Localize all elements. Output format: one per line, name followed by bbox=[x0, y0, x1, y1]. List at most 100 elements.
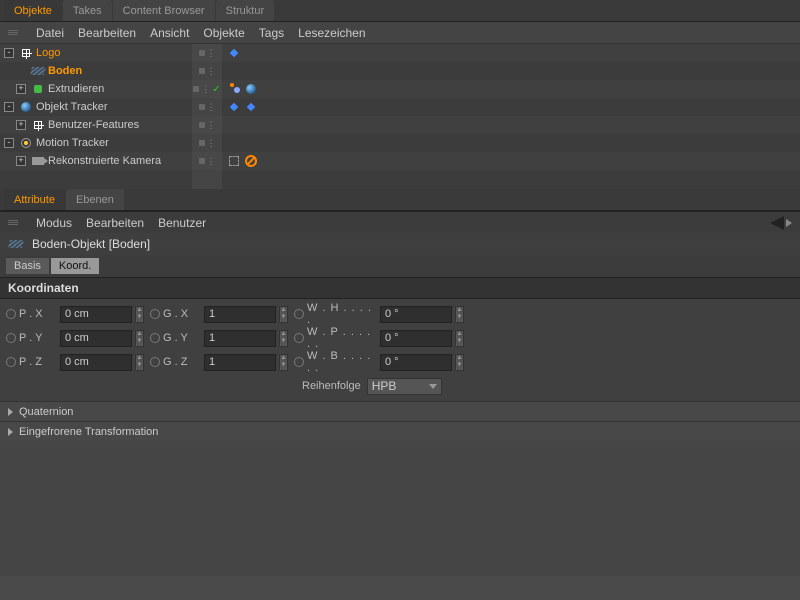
pos-input[interactable] bbox=[60, 306, 132, 323]
keyframe-dot[interactable] bbox=[294, 333, 304, 343]
visibility-toggle[interactable]: ⋮ bbox=[192, 44, 222, 62]
tab-ebenen[interactable]: Ebenen bbox=[66, 189, 124, 210]
visibility-toggle[interactable]: ⋮ bbox=[192, 98, 222, 116]
visibility-toggle[interactable]: ⋮✓ bbox=[192, 80, 222, 98]
null-icon bbox=[19, 47, 33, 59]
keyframe-dot[interactable] bbox=[294, 357, 304, 367]
keyframe-dot[interactable] bbox=[294, 309, 304, 319]
object-tree: -LogoBoden+Extrudieren - Objekt Tracker + Be… bbox=[0, 44, 800, 189]
spinner[interactable]: ▲▼ bbox=[455, 330, 464, 347]
section-eingefrorene-transformation[interactable]: Eingefrorene Transformation bbox=[0, 421, 800, 441]
spinner[interactable]: ▲▼ bbox=[135, 354, 144, 371]
rot-input[interactable] bbox=[380, 354, 452, 371]
tree-label: Objekt Tracker bbox=[36, 101, 108, 113]
node-tag-icon[interactable] bbox=[226, 99, 242, 115]
attribute-manager-tabs: AttributeEbenen bbox=[0, 189, 800, 211]
scale-input[interactable] bbox=[204, 306, 276, 323]
subtab-koord[interactable]: Koord. bbox=[51, 258, 99, 274]
menu-bearbeiten[interactable]: Bearbeiten bbox=[78, 26, 136, 40]
expand-toggle[interactable]: - bbox=[4, 48, 14, 58]
tree-row[interactable]: Boden bbox=[0, 62, 192, 80]
node-tag-icon[interactable] bbox=[243, 99, 259, 115]
section-quaternion[interactable]: Quaternion bbox=[0, 401, 800, 421]
tag-row bbox=[222, 98, 800, 116]
tag-row bbox=[222, 116, 800, 134]
empty-area bbox=[0, 441, 800, 576]
track-icon bbox=[19, 137, 33, 149]
scale-input[interactable] bbox=[204, 330, 276, 347]
tab-struktur[interactable]: Struktur bbox=[216, 0, 275, 21]
visibility-toggle[interactable]: ⋮ bbox=[192, 134, 222, 152]
subtab-basis[interactable]: Basis bbox=[6, 258, 49, 274]
expand-toggle[interactable]: + bbox=[16, 84, 26, 94]
visibility-toggle[interactable]: ⋮ bbox=[192, 116, 222, 134]
nav-fwd-icon[interactable] bbox=[786, 219, 792, 227]
cam-icon bbox=[31, 155, 45, 167]
rot-label: W . H . . . . . bbox=[307, 302, 377, 326]
keyframe-dot[interactable] bbox=[150, 357, 160, 367]
rotation-order-dropdown[interactable]: HPB bbox=[367, 378, 442, 395]
tree-row[interactable]: -Motion Tracker bbox=[0, 134, 192, 152]
keyframe-dot[interactable] bbox=[6, 309, 16, 319]
tree-row[interactable]: +Extrudieren bbox=[0, 80, 192, 98]
menu-bearbeiten[interactable]: Bearbeiten bbox=[86, 216, 144, 230]
nav-back-icon[interactable] bbox=[770, 216, 784, 230]
section-title: Quaternion bbox=[19, 406, 73, 418]
spinner[interactable]: ▲▼ bbox=[455, 354, 464, 371]
spinner[interactable]: ▲▼ bbox=[455, 306, 464, 323]
attribute-menubar: Modus Bearbeiten Benutzer bbox=[0, 211, 800, 233]
menu-datei[interactable]: Datei bbox=[36, 26, 64, 40]
rot-input[interactable] bbox=[380, 306, 452, 323]
tree-label: Benutzer-Features bbox=[48, 119, 139, 131]
orbit-tag-icon[interactable] bbox=[226, 81, 242, 97]
menu-lesezeichen[interactable]: Lesezeichen bbox=[298, 26, 365, 40]
grip-icon bbox=[8, 30, 18, 35]
pos-input[interactable] bbox=[60, 330, 132, 347]
keyframe-dot[interactable] bbox=[150, 333, 160, 343]
scale-input[interactable] bbox=[204, 354, 276, 371]
rot-input[interactable] bbox=[380, 330, 452, 347]
scale-label: G . X bbox=[163, 308, 201, 320]
tab-content-browser[interactable]: Content Browser bbox=[113, 0, 215, 21]
menu-benutzer[interactable]: Benutzer bbox=[158, 216, 206, 230]
menu-objekte[interactable]: Objekte bbox=[203, 26, 244, 40]
check-icon: ✓ bbox=[212, 84, 220, 95]
spinner[interactable]: ▲▼ bbox=[279, 330, 288, 347]
spinner[interactable]: ▲▼ bbox=[279, 306, 288, 323]
menu-ansicht[interactable]: Ansicht bbox=[150, 26, 189, 40]
target-icon[interactable] bbox=[226, 153, 242, 169]
expand-toggle[interactable]: + bbox=[16, 120, 26, 130]
menu-tags[interactable]: Tags bbox=[259, 26, 284, 40]
expand-toggle[interactable]: + bbox=[16, 156, 26, 166]
prohibit-icon[interactable] bbox=[243, 153, 259, 169]
spinner[interactable]: ▲▼ bbox=[279, 354, 288, 371]
expand-toggle[interactable]: - bbox=[4, 138, 14, 148]
pos-label: P . Z bbox=[19, 356, 57, 368]
visibility-toggle[interactable]: ⋮ bbox=[192, 62, 222, 80]
node-tag-icon[interactable] bbox=[226, 45, 242, 61]
pos-input[interactable] bbox=[60, 354, 132, 371]
expand-toggle[interactable]: - bbox=[4, 102, 14, 112]
keyframe-dot[interactable] bbox=[6, 333, 16, 343]
tree-row[interactable]: +Rekonstruierte Kamera bbox=[0, 152, 192, 170]
tag-row bbox=[222, 134, 800, 152]
rot-label: W . P . . . . . . bbox=[307, 326, 377, 350]
pos-label: P . X bbox=[19, 308, 57, 320]
tree-row[interactable]: -Logo bbox=[0, 44, 192, 62]
floor-icon bbox=[9, 238, 23, 250]
floor-icon bbox=[31, 65, 45, 77]
keyframe-dot[interactable] bbox=[150, 309, 160, 319]
tree-row[interactable]: + Benutzer-Features bbox=[0, 116, 192, 134]
tab-takes[interactable]: Takes bbox=[63, 0, 112, 21]
spinner[interactable]: ▲▼ bbox=[135, 306, 144, 323]
menu-modus[interactable]: Modus bbox=[36, 216, 72, 230]
visibility-toggle[interactable]: ⋮ bbox=[192, 152, 222, 170]
section-coordinates: Koordinaten bbox=[0, 277, 800, 299]
globe-tag-icon[interactable] bbox=[243, 81, 259, 97]
tab-attribute[interactable]: Attribute bbox=[4, 189, 65, 210]
tree-row[interactable]: - Objekt Tracker bbox=[0, 98, 192, 116]
rot-label: W . B . . . . . . bbox=[307, 350, 377, 374]
spinner[interactable]: ▲▼ bbox=[135, 330, 144, 347]
tab-objekte[interactable]: Objekte bbox=[4, 0, 62, 21]
keyframe-dot[interactable] bbox=[6, 357, 16, 367]
